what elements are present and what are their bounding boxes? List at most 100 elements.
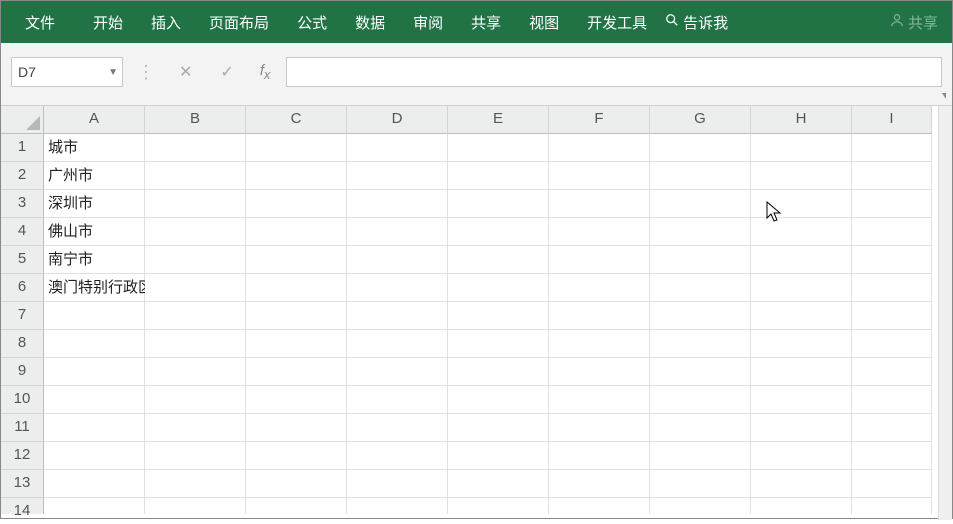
- cell[interactable]: [751, 162, 852, 190]
- name-box[interactable]: D7 ▼: [11, 57, 123, 87]
- tab-share[interactable]: 共享: [457, 2, 515, 43]
- cell[interactable]: [448, 246, 549, 274]
- cell[interactable]: [44, 358, 145, 386]
- cell[interactable]: [650, 246, 751, 274]
- cell[interactable]: [347, 442, 448, 470]
- cell[interactable]: [549, 414, 650, 442]
- cell[interactable]: [145, 190, 246, 218]
- cell[interactable]: [347, 190, 448, 218]
- cell[interactable]: [448, 358, 549, 386]
- cell[interactable]: [145, 274, 246, 302]
- cell[interactable]: [246, 358, 347, 386]
- cell[interactable]: [852, 498, 932, 514]
- cell[interactable]: [852, 246, 932, 274]
- cell[interactable]: [549, 218, 650, 246]
- cell[interactable]: 城市: [44, 134, 145, 162]
- row-header[interactable]: 2: [1, 162, 44, 190]
- cell[interactable]: [751, 470, 852, 498]
- cell[interactable]: [246, 498, 347, 514]
- cell[interactable]: [145, 470, 246, 498]
- cell[interactable]: 深圳市: [44, 190, 145, 218]
- row-header[interactable]: 4: [1, 218, 44, 246]
- column-header[interactable]: C: [246, 106, 347, 134]
- cell[interactable]: [751, 330, 852, 358]
- row-header[interactable]: 1: [1, 134, 44, 162]
- cell[interactable]: [852, 134, 932, 162]
- cell[interactable]: [347, 246, 448, 274]
- cell[interactable]: [145, 218, 246, 246]
- cell[interactable]: [246, 470, 347, 498]
- cell[interactable]: [44, 414, 145, 442]
- cell[interactable]: [751, 302, 852, 330]
- cell[interactable]: [448, 442, 549, 470]
- cell[interactable]: [852, 274, 932, 302]
- cell[interactable]: [44, 442, 145, 470]
- cell[interactable]: [650, 134, 751, 162]
- cell[interactable]: [448, 218, 549, 246]
- cell[interactable]: [852, 330, 932, 358]
- row-header[interactable]: 5: [1, 246, 44, 274]
- select-all-corner[interactable]: [1, 106, 44, 134]
- cell[interactable]: [448, 162, 549, 190]
- formula-bar-expand-icon[interactable]: [942, 93, 946, 99]
- cell[interactable]: [549, 246, 650, 274]
- cell[interactable]: [751, 358, 852, 386]
- cell[interactable]: [347, 498, 448, 514]
- cell[interactable]: [549, 274, 650, 302]
- tab-data[interactable]: 数据: [341, 2, 399, 43]
- tab-home[interactable]: 开始: [79, 2, 137, 43]
- tab-view[interactable]: 视图: [515, 2, 573, 43]
- row-header[interactable]: 6: [1, 274, 44, 302]
- cell[interactable]: [347, 162, 448, 190]
- column-header[interactable]: I: [852, 106, 932, 134]
- cell[interactable]: [751, 414, 852, 442]
- cell[interactable]: [145, 330, 246, 358]
- cell[interactable]: [347, 330, 448, 358]
- row-header[interactable]: 8: [1, 330, 44, 358]
- cell[interactable]: [650, 442, 751, 470]
- cell[interactable]: [145, 498, 246, 514]
- cell[interactable]: [448, 498, 549, 514]
- cell[interactable]: [650, 498, 751, 514]
- cell[interactable]: [751, 274, 852, 302]
- cell[interactable]: [448, 470, 549, 498]
- cell[interactable]: [448, 134, 549, 162]
- cell[interactable]: [650, 386, 751, 414]
- column-header[interactable]: B: [145, 106, 246, 134]
- cell[interactable]: 澳门特别行政区: [44, 274, 145, 302]
- cell[interactable]: [852, 218, 932, 246]
- fx-icon[interactable]: fx: [252, 62, 278, 82]
- cell[interactable]: [145, 386, 246, 414]
- cell[interactable]: [246, 386, 347, 414]
- chevron-down-icon[interactable]: ▼: [108, 67, 118, 78]
- cell[interactable]: [549, 302, 650, 330]
- row-header[interactable]: 7: [1, 302, 44, 330]
- cell[interactable]: 南宁市: [44, 246, 145, 274]
- cell[interactable]: [549, 470, 650, 498]
- cell[interactable]: [44, 470, 145, 498]
- row-header[interactable]: 14: [1, 498, 44, 514]
- cell[interactable]: [246, 246, 347, 274]
- cell[interactable]: [347, 274, 448, 302]
- cell[interactable]: [650, 470, 751, 498]
- cell[interactable]: [448, 302, 549, 330]
- cell[interactable]: [145, 442, 246, 470]
- cell[interactable]: [246, 302, 347, 330]
- cell[interactable]: [246, 190, 347, 218]
- cell[interactable]: [650, 218, 751, 246]
- cell[interactable]: [549, 498, 650, 514]
- row-header[interactable]: 11: [1, 414, 44, 442]
- cell[interactable]: [448, 386, 549, 414]
- cell[interactable]: [44, 330, 145, 358]
- row-header[interactable]: 3: [1, 190, 44, 218]
- cell[interactable]: [448, 414, 549, 442]
- cell[interactable]: [650, 358, 751, 386]
- row-header[interactable]: 9: [1, 358, 44, 386]
- cell[interactable]: [751, 218, 852, 246]
- cell[interactable]: [347, 358, 448, 386]
- cell[interactable]: [549, 358, 650, 386]
- accept-formula-button[interactable]: ✓: [210, 62, 243, 82]
- cell[interactable]: [347, 302, 448, 330]
- cell[interactable]: [448, 330, 549, 358]
- tab-page-layout[interactable]: 页面布局: [195, 2, 283, 43]
